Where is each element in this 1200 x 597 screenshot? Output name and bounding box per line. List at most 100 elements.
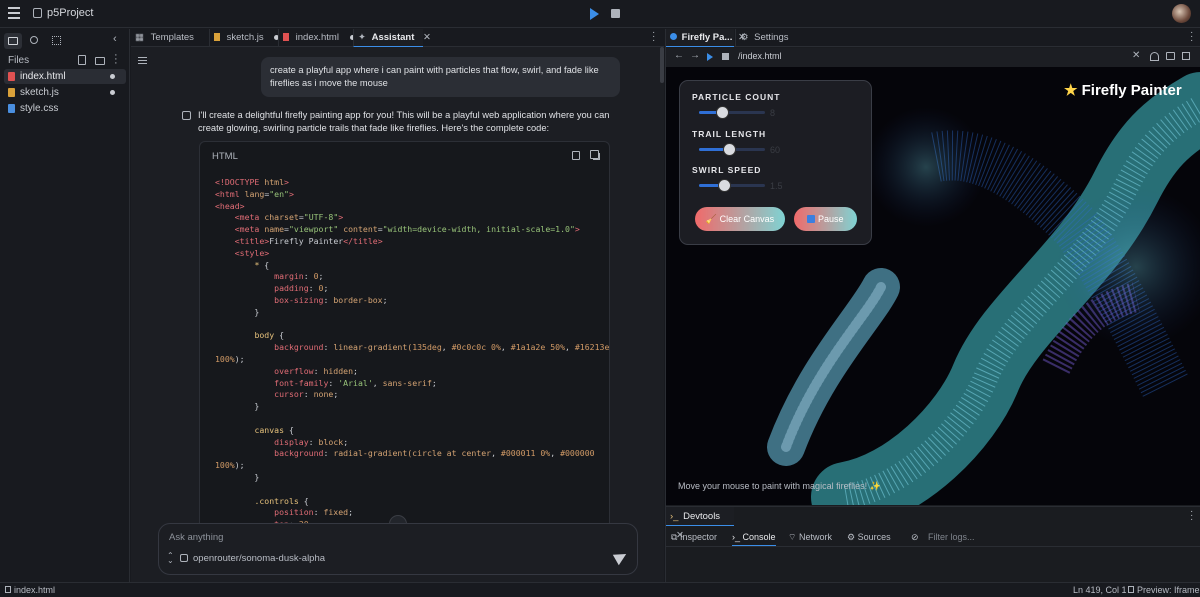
address-bar: ← → /index.html ✕ [666, 48, 1200, 67]
devtools-toolbar: ⧉ Inspector ›_ Console ⌔ Network ⚙ Sourc… [666, 527, 1200, 547]
apply-code-icon[interactable] [572, 151, 580, 160]
globe-icon [670, 33, 677, 40]
js-file-icon [214, 33, 220, 41]
user-message-text: create a playful app where i can paint w… [270, 65, 599, 88]
assistant-message: I'll create a delightful firefly paintin… [198, 110, 610, 133]
editor-tab-strip: ▦ Templates sketch.js index.html ✦ Assis… [131, 28, 664, 47]
clear-canvas-label: Clear Canvas [719, 214, 775, 224]
tab-preview[interactable]: Firefly Pa... ✕ [666, 29, 746, 47]
swirl-speed-slider[interactable] [718, 179, 731, 192]
copy-icon[interactable] [590, 150, 599, 159]
clear-logs-icon[interactable]: ⊘ [911, 527, 919, 547]
tab-label: sketch.js [226, 32, 264, 43]
run-icon[interactable] [707, 53, 713, 61]
clear-canvas-button[interactable]: 🧹 Clear Canvas [695, 207, 785, 231]
assistant-panel: ▦ Templates sketch.js index.html ✦ Assis… [131, 28, 664, 582]
preview-mode[interactable]: Preview: Iframe [1137, 585, 1200, 595]
preview-panel: Firefly Pa... ✕ ⚙ Settings · · · ← → /inde… [665, 28, 1200, 582]
run-icon[interactable] [590, 8, 599, 20]
tab-network[interactable]: ⌔ Network [788, 527, 832, 547]
menu-icon[interactable] [138, 57, 147, 64]
more-options-icon[interactable]: · · · [652, 28, 655, 46]
css-file-icon [8, 104, 15, 113]
swirl-speed-label: SWIRL SPEED [692, 165, 762, 175]
tab-label: Inspector [679, 532, 717, 542]
tab-sources[interactable]: ⚙ Sources [847, 527, 891, 547]
project-icon [33, 8, 42, 18]
back-icon[interactable]: ← [674, 50, 684, 61]
extensions-icon[interactable] [52, 36, 61, 45]
chat-input-box[interactable]: Ask anything ⌃ ⌄ openrouter/sonoma-dusk-a… [158, 523, 638, 575]
stop-icon[interactable] [611, 9, 620, 18]
devtools-title: Devtools [683, 511, 721, 522]
preview-canvas[interactable]: ★ Firefly Painter PARTICLE COUNT 8 TRAIL… [666, 67, 1200, 505]
inspector-icon: ⧉ [671, 532, 678, 542]
tab-index-html[interactable]: index.html [278, 29, 355, 47]
files-view-icon[interactable] [4, 33, 22, 49]
tab-assistant[interactable]: ✦ Assistant ✕ [353, 29, 431, 47]
tab-label: Templates [150, 32, 194, 43]
tab-settings[interactable]: ⚙ Settings [735, 29, 815, 47]
console-icon: ›_ [732, 532, 741, 542]
pause-label: Pause [817, 214, 844, 224]
top-bar: p5Project [0, 0, 1200, 28]
file-item-style-css[interactable]: style.css [4, 101, 126, 116]
status-file[interactable]: index.html [14, 585, 55, 595]
file-item-index-html[interactable]: index.html [4, 69, 126, 84]
avatar[interactable] [1172, 4, 1191, 23]
tab-label: Assistant [371, 32, 415, 43]
terminal-icon: ›_ [670, 511, 679, 522]
model-switch-icon[interactable]: ⌃ ⌄ [167, 552, 174, 565]
file-name: index.html [20, 71, 66, 82]
search-icon[interactable] [30, 36, 38, 44]
tab-inspector[interactable]: ⧉ Inspector [671, 527, 717, 547]
more-options-icon[interactable]: · · · [1190, 507, 1193, 525]
sparkle-icon: ✦ [358, 32, 366, 43]
new-file-icon[interactable] [78, 55, 86, 65]
tab-templates[interactable]: ▦ Templates [135, 29, 205, 47]
more-options-icon[interactable]: · · · [114, 50, 118, 69]
more-options-icon[interactable]: · · · [1190, 28, 1193, 46]
modified-dot [110, 90, 115, 95]
chat-input[interactable]: Ask anything [169, 532, 223, 543]
stop-icon[interactable] [722, 53, 729, 60]
close-icon[interactable]: ✕ [423, 32, 431, 43]
files-title: Files [8, 55, 30, 66]
devtools-panel: ›_ Devtools ✕ · · · ⧉ Inspector ›_ Console… [666, 506, 1200, 582]
tab-console[interactable]: ›_ Console [732, 527, 776, 546]
new-folder-icon[interactable] [95, 57, 105, 65]
cursor-position[interactable]: Ln 419, Col 1 [1073, 585, 1127, 595]
file-item-sketch-js[interactable]: sketch.js [4, 85, 126, 100]
collapse-panel-icon[interactable]: ‹ [113, 33, 117, 45]
tab-label: Firefly Pa... [681, 32, 733, 43]
scrollbar[interactable] [660, 47, 664, 83]
tab-label: Sources [857, 532, 891, 542]
trail-length-slider[interactable] [723, 143, 736, 156]
project-name: p5Project [47, 7, 94, 19]
clear-url-icon[interactable]: ✕ [1132, 50, 1140, 61]
menu-icon[interactable] [8, 7, 20, 19]
file-panel: ‹ Files · · · index.html sketch.js style.c… [0, 29, 130, 582]
url-input[interactable]: /index.html [738, 51, 782, 61]
html-file-icon [8, 72, 15, 81]
particle-count-slider[interactable] [716, 106, 729, 119]
filter-logs-input[interactable]: Filter logs... [928, 527, 975, 547]
devtools-tab[interactable]: ›_ Devtools ✕ [666, 507, 734, 541]
file-name: style.css [20, 103, 59, 114]
forward-icon[interactable]: → [690, 50, 700, 61]
status-file-icon [5, 586, 11, 593]
controls-panel: PARTICLE COUNT 8 TRAIL LENGTH 60 SWIRL S… [679, 80, 872, 245]
pause-button[interactable]: Pause [794, 207, 857, 231]
screenshot-icon[interactable] [1166, 52, 1175, 60]
code-block: HTML <!DOCTYPE html> <html lang="en"> <h… [199, 141, 610, 553]
file-name: sketch.js [20, 87, 59, 98]
broadcast-icon[interactable] [1150, 52, 1159, 61]
model-selector[interactable]: openrouter/sonoma-dusk-alpha [193, 553, 325, 564]
tab-label: Settings [754, 32, 789, 43]
user-message: create a playful app where i can paint w… [261, 57, 620, 97]
trail-length-value: 60 [770, 145, 781, 155]
send-icon[interactable] [612, 548, 630, 566]
tab-sketch-js[interactable]: sketch.js [209, 29, 280, 47]
swirl-speed-value: 1.5 [770, 181, 783, 191]
open-external-icon[interactable] [1182, 52, 1190, 60]
